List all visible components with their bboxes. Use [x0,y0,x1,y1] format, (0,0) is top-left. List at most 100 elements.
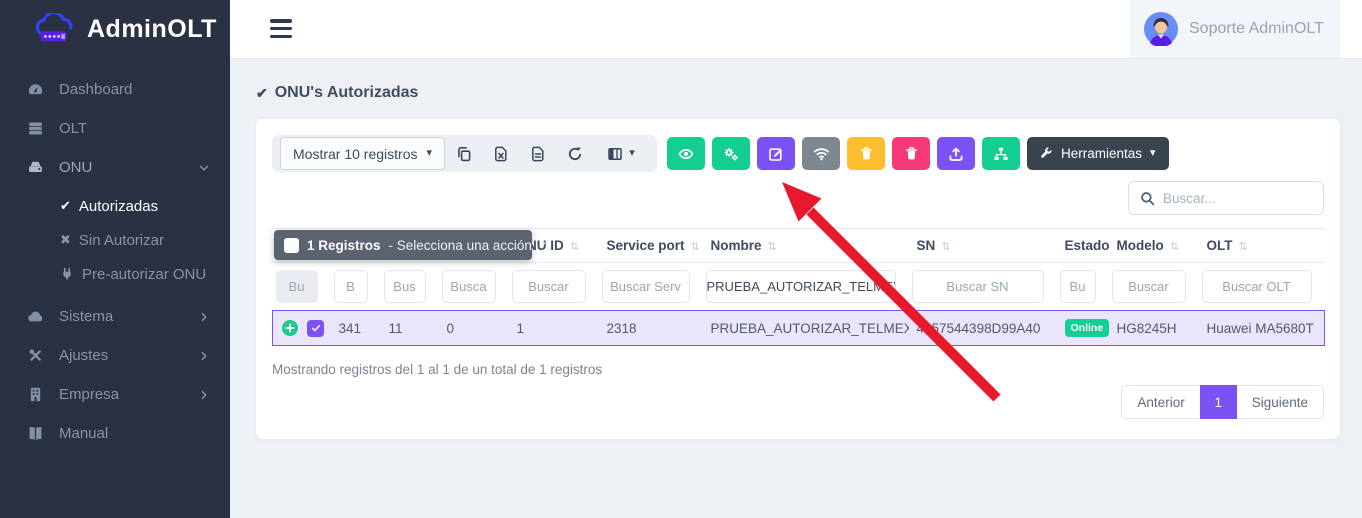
sidebar-item-manual[interactable]: Manual [0,414,230,453]
filter-input-onu-id[interactable] [512,270,586,303]
export-excel-button[interactable] [482,137,519,170]
copy-icon [456,146,472,162]
filter-input-estado[interactable] [1060,270,1096,303]
sort-icon[interactable]: ⇅ [768,241,777,253]
sidebar-item-ajustes[interactable]: Ajustes [0,336,230,375]
x-icon: ✖ [60,232,71,248]
prev-page-button[interactable]: Anterior [1121,385,1199,419]
selected-count: 1 Registros [307,238,381,253]
sidebar-item-dashboard[interactable]: Dashboard [0,70,230,109]
filter-input-service-port[interactable] [602,270,690,303]
table-wrap: 1 Registros - Selecciona una acción ▾ [272,228,1324,346]
server-icon [27,120,44,137]
sidebar-item-sistema[interactable]: Sistema [0,297,230,336]
export-file-button[interactable] [519,137,556,170]
caret-down-icon: ▾ [629,148,635,159]
cell: 0 [439,311,509,346]
chevron-right-icon [198,389,210,401]
page-title: ✔ ONU's Autorizadas [256,84,1362,102]
sort-icon[interactable]: ⇅ [691,241,700,253]
sidebar-item-pre-autorizar[interactable]: Pre-autorizar ONU [0,257,230,291]
upload-button[interactable] [937,137,975,170]
sidebar-item-empresa[interactable]: Empresa [0,375,230,414]
delete-soft-button[interactable] [847,137,885,170]
sidebar-item-sin-autorizar[interactable]: ✖ Sin Autorizar [0,223,230,257]
col-header-nombre[interactable]: Nombre⇅ [703,229,909,263]
search-icon [1140,191,1155,206]
herramientas-dropdown[interactable]: Herramientas ▾ [1027,137,1169,170]
building-icon [27,386,44,403]
cell: 11 [381,311,439,346]
current-page-button[interactable]: 1 [1200,385,1237,419]
col-header-modelo[interactable]: Modelo⇅ [1109,229,1199,263]
sort-icon[interactable]: ⇅ [1170,241,1179,253]
edit-button[interactable] [757,137,795,170]
gauge-icon [27,81,44,98]
eye-icon [678,146,694,162]
col-header-estado[interactable]: Estado [1057,229,1109,263]
col-header-service-port[interactable]: Service port⇅ [599,229,703,263]
select-all-checkbox[interactable] [284,238,299,253]
user-menu[interactable]: Soporte AdminOLT [1130,0,1340,58]
tools-icon [27,347,44,364]
column-visibility-dropdown[interactable]: ▾ [593,137,649,170]
sidebar-item-label: Empresa [59,386,119,403]
col-header-olt[interactable]: OLT⇅ [1199,229,1325,263]
next-page-button[interactable]: Siguiente [1237,385,1324,419]
network-button[interactable] [982,137,1020,170]
cell-onu-id: 1 [509,311,599,346]
filter-input-olt[interactable] [1202,270,1312,303]
row-checkbox[interactable] [307,320,324,337]
menu-toggle-icon[interactable] [270,19,292,38]
sidebar-item-label: Ajustes [59,347,108,364]
sidebar-nav: Dashboard OLT ONU ✔ Autorizadas ✖ Sin Au… [0,58,230,453]
cell-id: 341 [331,311,381,346]
col-header-sn[interactable]: SN⇅ [909,229,1057,263]
filter-input[interactable] [334,270,368,303]
onu-submenu: ✔ Autorizadas ✖ Sin Autorizar Pre-autori… [0,187,230,297]
filter-input [276,270,318,303]
sidebar: AdminOLT Dashboard OLT ONU ✔ Autorizadas… [0,0,230,518]
sidebar-item-label: OLT [59,120,87,137]
show-records-dropdown[interactable]: Mostrar 10 registros ▾ [280,137,445,170]
table-row[interactable]: 341 11 0 1 2318 PRUEBA_AUTORIZAR_TELMEX … [273,311,1325,346]
filter-input[interactable] [442,270,496,303]
sort-icon[interactable]: ⇅ [941,241,950,253]
filter-input[interactable] [384,270,426,303]
filter-input-modelo[interactable] [1112,270,1186,303]
expand-row-icon[interactable] [281,319,299,337]
search-input[interactable] [1163,191,1313,206]
sort-icon[interactable]: ⇅ [1239,241,1248,253]
plug-icon [60,267,74,281]
sidebar-item-olt[interactable]: OLT [0,109,230,148]
edit-icon [768,146,784,162]
wifi-button[interactable] [802,137,840,170]
wifi-icon [813,145,830,162]
sidebar-item-autorizadas[interactable]: ✔ Autorizadas [0,189,230,223]
check-icon: ✔ [60,198,71,214]
app-logo[interactable]: AdminOLT [0,0,230,58]
trash-icon [904,146,919,161]
row-action-buttons: Herramientas ▾ [667,137,1169,170]
sidebar-subitem-label: Pre-autorizar ONU [82,266,206,283]
table-toolbar: Mostrar 10 registros ▾ ▾ [272,135,1324,172]
view-button[interactable] [667,137,705,170]
caret-down-icon: ▾ [1150,148,1156,159]
topbar: Soporte AdminOLT [230,0,1362,58]
caret-down-icon: ▾ [540,240,546,251]
selection-action-dropdown[interactable]: 1 Registros - Selecciona una acción ▾ [274,230,532,260]
check-icon: ✔ [256,85,268,102]
copy-button[interactable] [445,137,482,170]
sidebar-item-label: Manual [59,425,108,442]
cell-nombre: PRUEBA_AUTORIZAR_TELMEX [703,311,909,346]
table-search [1128,181,1324,215]
config-button[interactable] [712,137,750,170]
refresh-button[interactable] [556,137,593,170]
sidebar-item-onu[interactable]: ONU [0,148,230,187]
cell-modelo: HG8245H [1109,311,1199,346]
sort-icon[interactable]: ⇅ [570,241,579,253]
delete-button[interactable] [892,137,930,170]
gears-icon [723,146,739,162]
filter-input-nombre[interactable] [706,270,896,303]
filter-input-sn[interactable] [912,270,1044,303]
